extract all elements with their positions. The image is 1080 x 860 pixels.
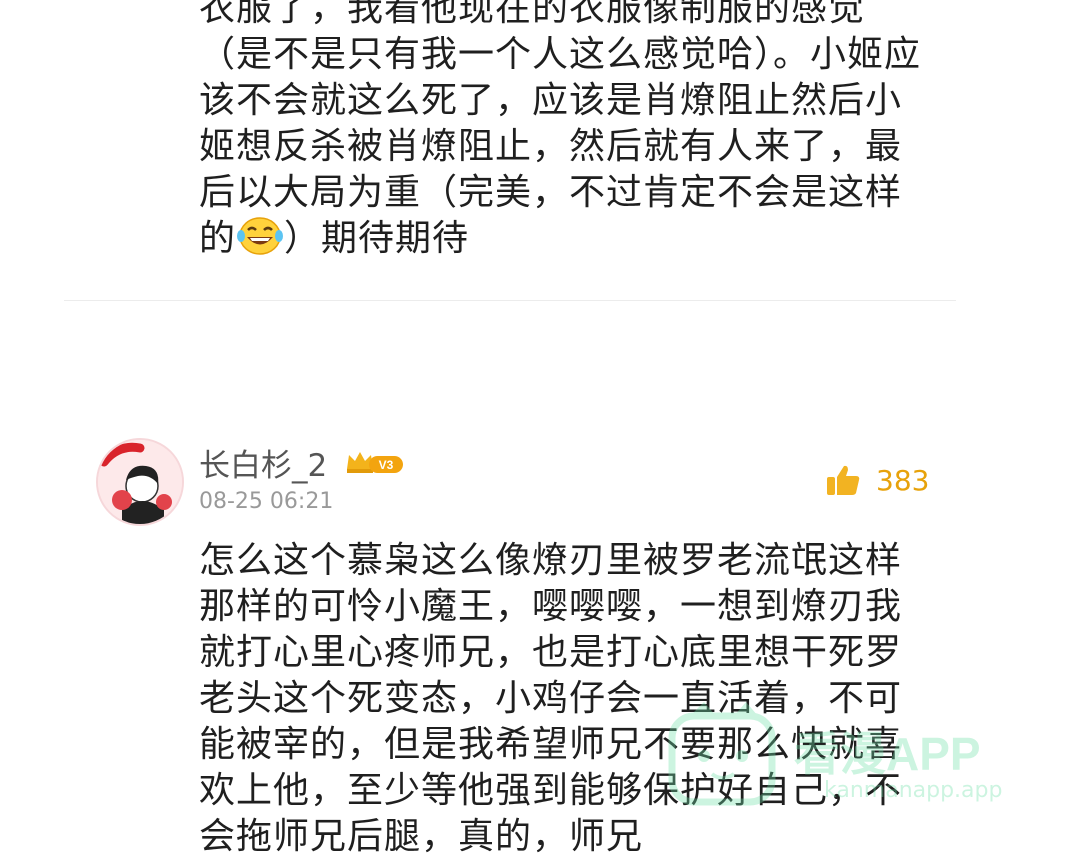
user-avatar[interactable]: [96, 438, 184, 526]
comment-timestamp: 08-25 06:21: [199, 489, 334, 514]
thumbs-up-icon[interactable]: [825, 462, 861, 498]
previous-comment-text-part2: ）期待期待: [284, 218, 470, 259]
comment-username[interactable]: 长白杉_2: [199, 440, 327, 485]
like-count[interactable]: 383: [876, 464, 929, 497]
comment-divider: [64, 300, 956, 301]
vip-crown-badge-icon: V3: [347, 452, 403, 473]
avatar-illustration-icon: [98, 440, 182, 524]
previous-comment-text: 衣服了，我看他现在的衣服像制服的感觉（是不是只有我一个人这么感觉哈）。小姬应该不…: [199, 0, 929, 262]
vip-level-label: V3: [379, 458, 394, 472]
laughing-tears-emoji-icon: [237, 217, 284, 255]
comment-body-text: 怎么这个慕枭这么像燎刃里被罗老流氓这样那样的可怜小魔王，嘤嘤嘤，一想到燎刃我就打…: [199, 540, 903, 857]
